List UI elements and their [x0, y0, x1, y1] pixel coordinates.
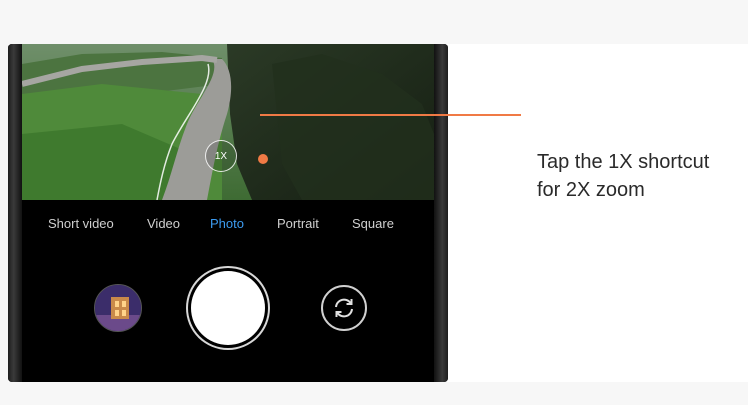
- mode-portrait[interactable]: Portrait: [277, 216, 319, 231]
- callout-line: [260, 114, 521, 116]
- mode-video[interactable]: Video: [147, 216, 180, 231]
- switch-camera-icon: [335, 298, 353, 318]
- callout-line-1: Tap the 1X shortcut: [537, 151, 710, 173]
- phone-edge-right: [434, 44, 448, 382]
- zoom-1x-button[interactable]: 1X: [205, 140, 237, 172]
- callout-marker-dot: [258, 154, 268, 164]
- mode-photo[interactable]: Photo: [210, 216, 244, 231]
- callout-line-2: for 2X zoom: [537, 179, 645, 201]
- camera-mode-selector: Short video Video Photo Portrait Square: [22, 216, 434, 236]
- mode-short-video[interactable]: Short video: [48, 216, 114, 231]
- gallery-thumbnail[interactable]: [94, 284, 142, 332]
- phone-screen: 1X Short video Video Photo Portrait Squa…: [8, 44, 448, 382]
- phone-edge-left: [8, 44, 22, 382]
- mode-square[interactable]: Square: [352, 216, 394, 231]
- shutter-button[interactable]: [191, 271, 265, 345]
- callout-text: Tap the 1X shortcut for 2X zoom: [537, 148, 747, 204]
- switch-camera-button[interactable]: [321, 285, 367, 331]
- zoom-label: 1X: [214, 150, 228, 162]
- camera-viewfinder[interactable]: [22, 44, 434, 200]
- gallery-preview-icon: [95, 285, 141, 331]
